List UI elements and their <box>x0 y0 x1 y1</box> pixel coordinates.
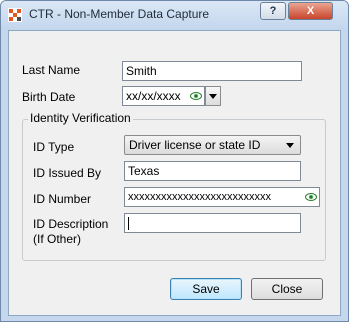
app-logo-icon <box>8 8 22 22</box>
id-type-label: ID Type <box>33 140 75 154</box>
title-bar[interactable]: CTR - Non-Member Data Capture ? X <box>1 1 348 27</box>
chevron-down-icon <box>286 143 294 148</box>
id-number-value: xxxxxxxxxxxxxxxxxxxxxxxxxx <box>128 191 271 203</box>
id-type-select[interactable]: Driver license or state ID <box>124 135 301 155</box>
dialog-window: CTR - Non-Member Data Capture ? X Last N… <box>0 0 349 322</box>
id-number-input[interactable]: xxxxxxxxxxxxxxxxxxxxxxxxxx <box>124 187 320 207</box>
id-number-label: ID Number <box>33 192 92 206</box>
chevron-down-icon <box>209 94 217 99</box>
last-name-label: Last Name <box>22 63 81 77</box>
reveal-eye-icon[interactable] <box>190 90 202 102</box>
id-issued-by-label: ID Issued By <box>33 166 102 180</box>
window-close-button[interactable]: X <box>288 2 333 20</box>
birth-date-dropdown-button[interactable] <box>205 86 221 106</box>
reveal-eye-icon[interactable] <box>305 191 317 203</box>
text-caret <box>128 217 129 231</box>
window-title: CTR - Non-Member Data Capture <box>29 7 210 21</box>
dialog-client-area: Last Name Smith Birth Date xx/xx/xxxx Id… <box>8 30 341 316</box>
close-icon: X <box>306 5 315 17</box>
identity-verification-title: Identity Verification <box>28 111 133 125</box>
help-icon: ? <box>269 5 277 17</box>
birth-date-label: Birth Date <box>22 90 76 104</box>
close-button[interactable]: Close <box>251 278 323 300</box>
id-type-selected-value: Driver license or state ID <box>129 138 261 152</box>
last-name-input[interactable]: Smith <box>122 61 302 81</box>
birth-date-value: xx/xx/xxxx <box>126 89 181 103</box>
id-description-label: ID Description <box>33 217 109 231</box>
save-button[interactable]: Save <box>170 278 242 300</box>
id-description-sublabel: (If Other) <box>33 232 82 246</box>
id-description-input[interactable] <box>124 213 301 233</box>
id-issued-by-input[interactable]: Texas <box>124 161 301 181</box>
help-button[interactable]: ? <box>260 2 286 20</box>
